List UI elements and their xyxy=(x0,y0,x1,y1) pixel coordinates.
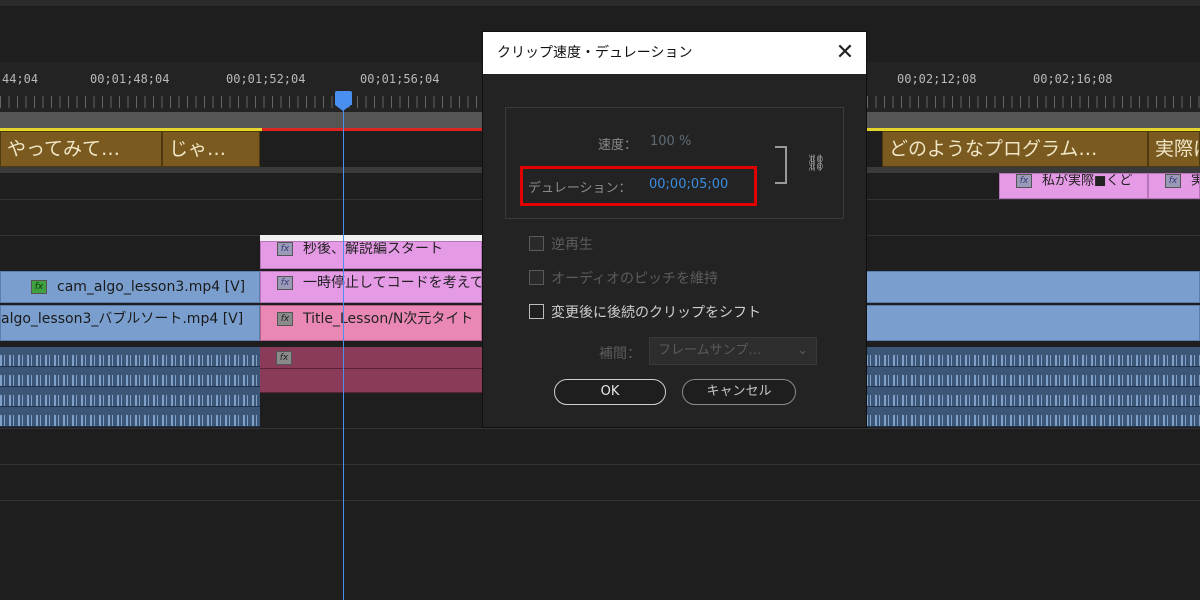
ripple-edit-checkbox[interactable] xyxy=(529,304,544,319)
waveform xyxy=(866,394,1200,406)
reverse-label: 逆再生 xyxy=(551,237,593,253)
video-clip[interactable] xyxy=(866,305,1200,341)
timecode-label: 00;01;48;04 xyxy=(90,72,170,86)
chevron-down-icon: ⌄ xyxy=(797,343,808,358)
interpolation-value: フレームサンプ… xyxy=(658,343,762,358)
clip-label: 私が実際■くど xyxy=(1042,173,1133,189)
timecode-label: 44;04 xyxy=(2,72,39,86)
timecode-label: 00;01;52;04 xyxy=(226,72,306,86)
audio-clip[interactable] xyxy=(866,367,1200,387)
audio-clip[interactable] xyxy=(866,387,1200,407)
timecode-label: 00;02;12;08 xyxy=(897,72,977,86)
fx-icon: fx xyxy=(277,242,293,256)
waveform xyxy=(866,354,1200,366)
playhead-line[interactable] xyxy=(343,96,344,600)
caption-clip[interactable]: 実際に xyxy=(1148,131,1200,167)
fx-icon: fx xyxy=(31,280,47,294)
subtitle-clip[interactable]: fx 実 xyxy=(1148,173,1200,199)
close-icon[interactable]: ✕ xyxy=(834,42,856,64)
dialog-title: クリップ速度・デュレーション xyxy=(497,45,693,61)
audio-clip[interactable] xyxy=(866,347,1200,367)
audio-clip[interactable] xyxy=(0,347,260,367)
link-bracket xyxy=(775,146,787,184)
waveform xyxy=(866,374,1200,386)
maintain-pitch-checkbox[interactable] xyxy=(529,270,544,285)
highlight-box xyxy=(520,166,757,206)
clip-label: cam_algo_lesson3.mp4 [V] xyxy=(57,279,246,295)
panel-top-bar xyxy=(0,0,1200,6)
video-clip[interactable] xyxy=(866,271,1200,303)
clip-label: 一時停止してコードを考えて xyxy=(303,275,482,291)
timecode-label: 00;01;56;04 xyxy=(360,72,440,86)
clip-label: Title_Lesson/N次元タイト xyxy=(303,311,474,327)
video-clip[interactable]: algo_lesson3_バブルソート.mp4 [V] xyxy=(0,305,260,341)
clip-label: 実 xyxy=(1191,174,1199,189)
audio-clip[interactable] xyxy=(0,407,260,427)
chain-link-icon[interactable]: ⛓ xyxy=(806,153,826,172)
dialog-title-bar: クリップ速度・デュレーション ✕ xyxy=(483,32,866,74)
cancel-button[interactable]: キャンセル xyxy=(682,379,796,405)
title-clip[interactable]: fx Title_Lesson/N次元タイト xyxy=(260,305,482,341)
clip-label: algo_lesson3_バブルソート.mp4 [V] xyxy=(1,311,244,327)
fx-icon: fx xyxy=(276,351,292,365)
fx-icon: fx xyxy=(1016,174,1032,188)
graphic-clip[interactable]: fx 一時停止してコードを考えて xyxy=(260,271,482,303)
video-clip[interactable]: fx cam_algo_lesson3.mp4 [V] xyxy=(0,271,260,303)
caption-clip[interactable]: どのようなプログラム… xyxy=(882,131,1148,167)
ripple-edit-label: 変更後に後続のクリップをシフト xyxy=(551,305,761,321)
fx-icon: fx xyxy=(1165,174,1181,188)
speed-value[interactable]: 100 % xyxy=(650,134,691,149)
waveform xyxy=(866,414,1200,426)
speed-label: 速度： xyxy=(598,138,638,153)
subtitle-clip[interactable]: fx 私が実際■くど xyxy=(999,173,1148,199)
clip-speed-duration-dialog: クリップ速度・デュレーション ✕ 速度： 100 % デュレーション： 00;0… xyxy=(482,31,867,428)
graphic-clip[interactable]: fx 秒後、解説編スタート xyxy=(260,241,482,269)
playhead-handle[interactable] xyxy=(335,91,352,111)
reverse-checkbox[interactable] xyxy=(529,236,544,251)
audio-clip[interactable] xyxy=(0,367,260,387)
track-divider xyxy=(0,500,1200,501)
caption-clip[interactable]: じゃ… xyxy=(162,131,260,167)
caption-clip[interactable]: やってみて… xyxy=(0,131,162,167)
track-divider xyxy=(0,428,1200,429)
clip-label: 秒後、解説編スタート xyxy=(303,241,443,257)
timecode-label: 00;02;16;08 xyxy=(1033,72,1113,86)
waveform xyxy=(0,374,260,386)
audio-clip[interactable] xyxy=(866,407,1200,427)
waveform xyxy=(0,394,260,406)
track-divider xyxy=(0,464,1200,465)
render-bar-red xyxy=(262,128,482,131)
interpolation-label: 補間： xyxy=(599,346,641,362)
fx-icon: fx xyxy=(277,312,293,326)
audio-clip[interactable] xyxy=(260,369,482,393)
audio-clip[interactable] xyxy=(0,387,260,407)
ok-button[interactable]: OK xyxy=(554,379,666,405)
waveform xyxy=(0,414,260,426)
maintain-pitch-label: オーディオのピッチを維持 xyxy=(551,271,719,287)
interpolation-select[interactable]: フレームサンプ… ⌄ xyxy=(649,337,817,365)
audio-clip[interactable]: fx xyxy=(260,347,482,369)
fx-icon: fx xyxy=(277,276,293,290)
waveform xyxy=(0,354,260,366)
